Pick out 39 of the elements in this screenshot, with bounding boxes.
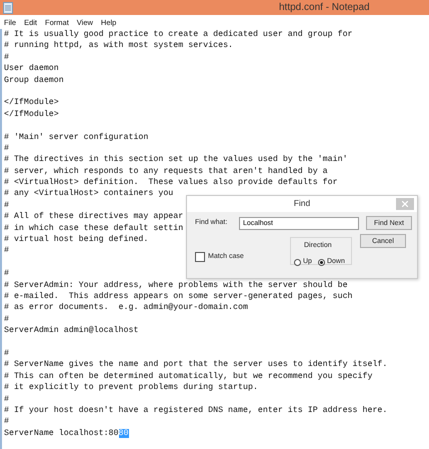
text-line: # <box>4 246 9 256</box>
text-line: # <box>4 144 9 153</box>
text-line: # in which case these default settin <box>4 224 184 233</box>
text-line: # <VirtualHost> definition. These values also provide defaults for <box>4 178 338 188</box>
text-line: # ServerName gives the name and port that the server uses to identify itself. <box>4 360 388 370</box>
text-line: # e-mailed. This address appears on some server-generated pages, such <box>4 292 353 301</box>
dialog-title: Find <box>294 198 310 210</box>
text-line: # <box>4 417 9 426</box>
text-line: # it explicitly to prevent problems during startup. <box>4 383 258 392</box>
match-case-checkbox[interactable] <box>195 252 205 262</box>
text-line: # This can often be determined automatically, but we recommend you specify <box>4 372 372 381</box>
text-line: # running httpd, as with most system services. <box>4 41 234 50</box>
text-line: # any <VirtualHost> containers you <box>4 189 174 198</box>
text-line: User daemon <box>4 64 59 74</box>
text-line: </IfModule> <box>4 98 59 108</box>
notepad-icon <box>3 2 13 14</box>
text-line: # <box>4 348 9 358</box>
text-line: # <box>4 314 9 324</box>
text-line: # If your host doesn't have a registered DNS name, enter its IP address here. <box>4 406 388 415</box>
text-line: # <box>4 269 9 278</box>
radio-button[interactable] <box>318 258 325 266</box>
radio-button[interactable] <box>294 258 301 266</box>
text-line: # The directives in this section set up the values used by the 'main' <box>4 155 348 164</box>
text-line: # as error documents. e.g. admin@your-domain.com <box>4 303 248 312</box>
text-line: </IfModule> <box>4 110 59 119</box>
text-line: ServerName localhost:8080 <box>4 428 128 438</box>
text-line: ServerAdmin admin@localhost <box>4 326 138 336</box>
text-line: # 'Main' server configuration <box>4 132 148 142</box>
window-title: httpd.conf - Notepad <box>279 2 370 13</box>
text-line: # <box>4 394 9 404</box>
text-line: # All of these directives may appear <box>4 212 184 222</box>
text-line: # virtual host being defined. <box>4 235 148 244</box>
text-line: Group daemon <box>4 76 64 85</box>
text-line: # It is usually good practice to create a dedicated user and group for <box>4 30 353 39</box>
text-line: # <box>4 200 9 210</box>
text-line: # <box>4 52 9 62</box>
text-line: # server, which responds to any requests that aren't handled by a <box>4 166 328 176</box>
text-line: # ServerAdmin: Your address, where problems with the server should be <box>4 280 348 290</box>
close-icon <box>402 201 408 207</box>
